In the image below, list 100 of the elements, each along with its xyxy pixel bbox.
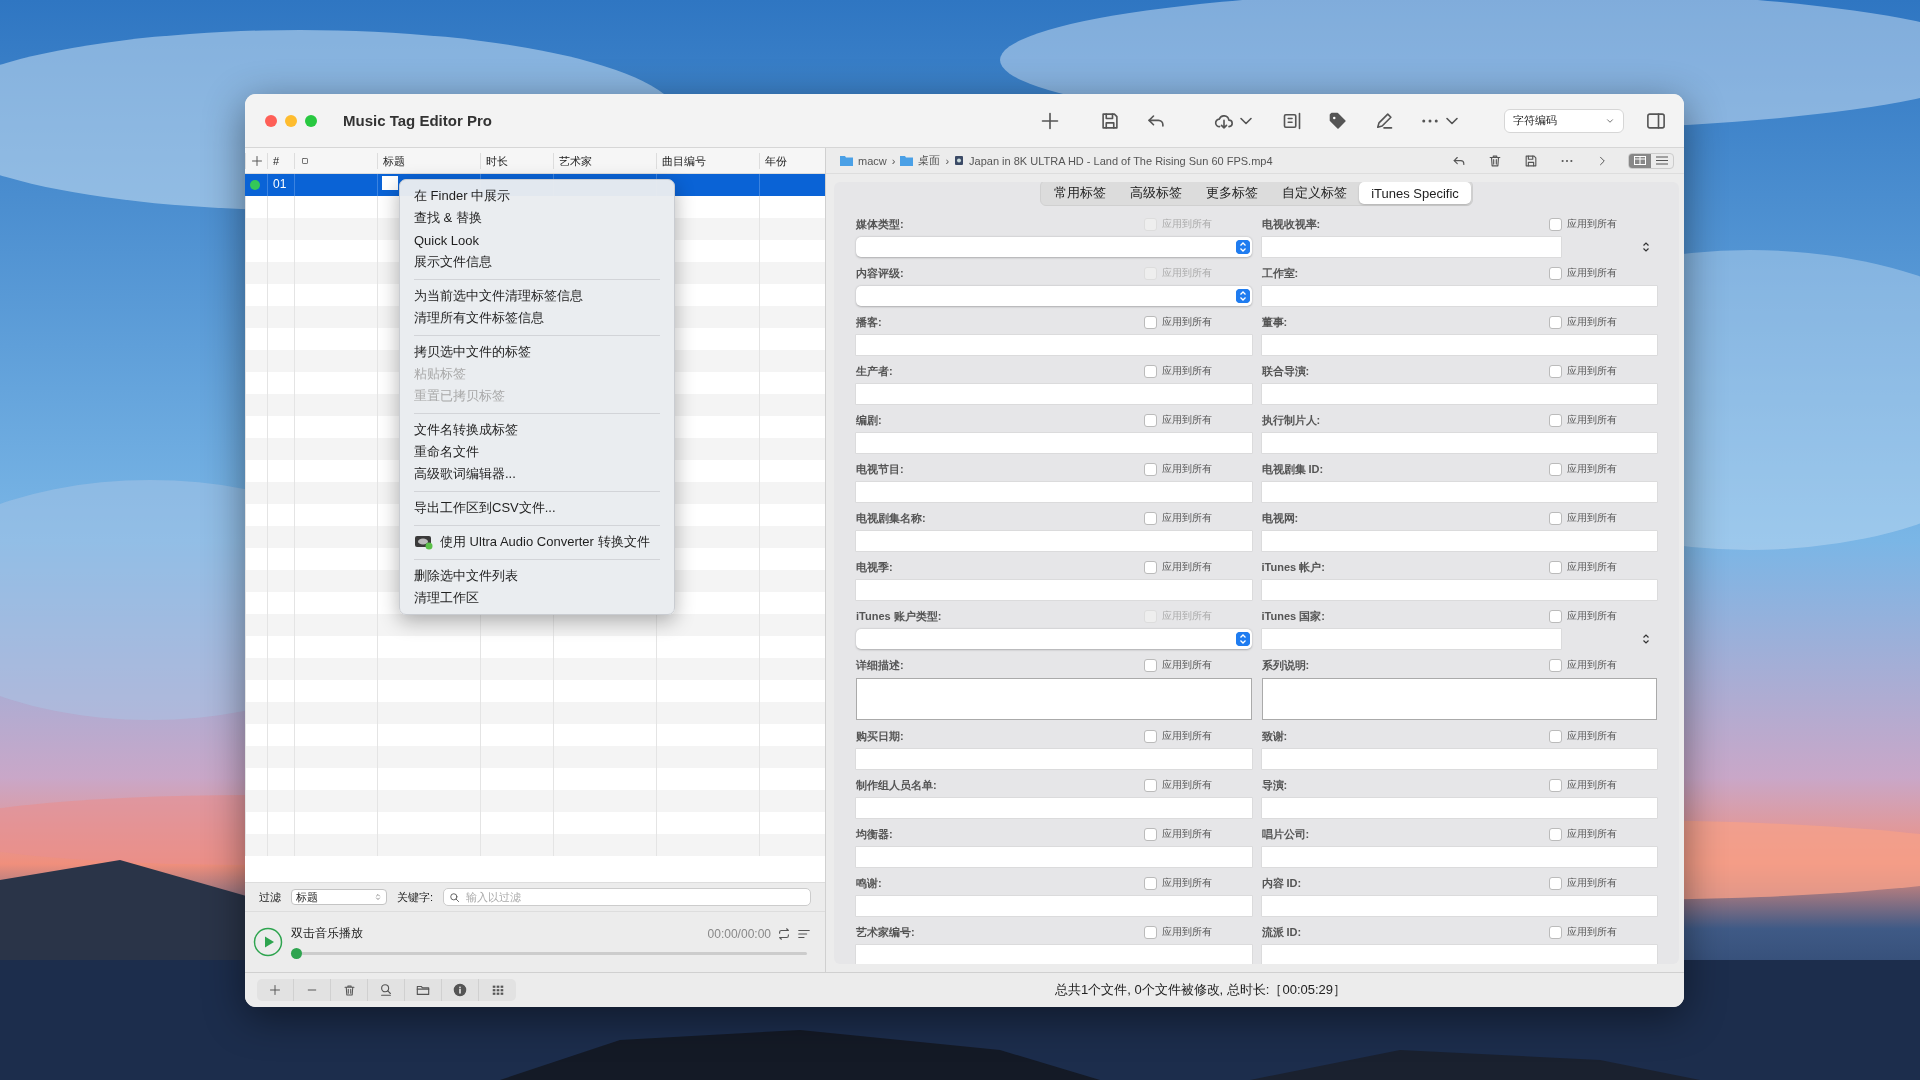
checkbox-label[interactable]: 应用到所有	[1161, 315, 1252, 329]
checkbox-label[interactable]: 应用到所有	[1567, 827, 1657, 841]
checkbox-label[interactable]: 应用到所有	[1161, 364, 1252, 378]
panel-icon[interactable]	[1282, 110, 1302, 131]
column-header[interactable]: #	[267, 152, 294, 169]
checkbox-label[interactable]: 应用到所有	[1567, 217, 1657, 231]
encoding-dropdown[interactable]: 字符编码	[1504, 108, 1624, 133]
apply-all-checkbox[interactable]	[1549, 925, 1562, 939]
menu-item[interactable]: 导出工作区到CSV文件...	[400, 497, 674, 519]
input-field[interactable]	[856, 433, 1252, 453]
play-button[interactable]	[253, 927, 283, 957]
input-field[interactable]	[1261, 384, 1657, 404]
apply-all-checkbox[interactable]	[1549, 364, 1562, 378]
menu-item[interactable]: 使用 Ultra Audio Converter 转换文件	[400, 531, 674, 553]
input-field[interactable]	[1261, 433, 1657, 453]
apply-all-checkbox[interactable]	[1549, 609, 1562, 623]
checkbox-label[interactable]: 应用到所有	[1161, 827, 1252, 841]
path-item[interactable]: macw	[858, 154, 887, 167]
filter-dropdown[interactable]: 标题	[291, 889, 387, 905]
input-field[interactable]	[856, 749, 1252, 769]
apply-all-checkbox[interactable]	[1549, 658, 1562, 672]
checkbox-label[interactable]: 应用到所有	[1161, 560, 1252, 574]
tab[interactable]: 自定义标签	[1270, 182, 1360, 204]
checkbox-label[interactable]: 应用到所有	[1567, 729, 1657, 743]
menu-item[interactable]: 为当前选中文件清理标签信息	[400, 285, 674, 307]
checkbox-label[interactable]: 应用到所有	[1161, 778, 1252, 792]
pencil-icon[interactable]	[1374, 110, 1394, 131]
trash-icon[interactable]	[1488, 153, 1502, 168]
add-button[interactable]	[257, 979, 294, 1001]
tab[interactable]: 更多标签	[1194, 182, 1271, 204]
info-button[interactable]	[442, 979, 479, 1001]
stepper-icon[interactable]	[1641, 633, 1651, 645]
search-field[interactable]: 输入以过滤	[443, 888, 811, 906]
menu-item[interactable]: 高级歌词编辑器...	[400, 463, 674, 485]
menu-item[interactable]: 重命名文件	[400, 441, 674, 463]
input-field[interactable]	[856, 945, 1252, 964]
column-header[interactable]: 标题	[377, 152, 480, 169]
apply-all-checkbox[interactable]	[1143, 658, 1157, 672]
column-header[interactable]: 曲目编号	[656, 152, 759, 169]
apply-all-checkbox[interactable]	[1549, 462, 1562, 476]
apply-all-checkbox[interactable]	[1143, 827, 1157, 841]
checkbox-label[interactable]: 应用到所有	[1161, 658, 1252, 672]
path-item[interactable]: 桌面	[918, 153, 941, 168]
checkbox-label[interactable]: 应用到所有	[1567, 266, 1657, 280]
apply-all-checkbox[interactable]	[1549, 560, 1562, 574]
stepper-icon[interactable]	[1641, 241, 1651, 253]
checkbox-label[interactable]: 应用到所有	[1161, 876, 1252, 890]
progress-slider[interactable]	[291, 948, 807, 959]
add-column-icon[interactable]	[245, 152, 263, 169]
checkbox-label[interactable]: 应用到所有	[1567, 462, 1657, 476]
menu-item[interactable]: 在 Finder 中展示	[400, 185, 674, 207]
menu-item[interactable]: 清理工作区	[400, 587, 674, 609]
input-field[interactable]	[1261, 335, 1657, 355]
sidebar-icon[interactable]	[1646, 110, 1666, 131]
input-field[interactable]	[856, 798, 1252, 818]
apply-all-checkbox[interactable]	[1143, 413, 1157, 427]
menu-item[interactable]: 文件名转换成标签	[400, 419, 674, 441]
column-header[interactable]: 艺术家	[553, 152, 656, 169]
input-field[interactable]	[856, 531, 1252, 551]
folder-button[interactable]	[405, 979, 442, 1001]
input-field[interactable]	[1261, 531, 1657, 551]
input-field[interactable]	[1261, 798, 1657, 818]
checkbox-label[interactable]: 应用到所有	[1567, 925, 1657, 939]
checkbox-label[interactable]: 应用到所有	[1567, 511, 1657, 525]
checkbox-label[interactable]: 应用到所有	[1567, 778, 1657, 792]
popup-field[interactable]	[856, 286, 1252, 306]
tags-icon[interactable]	[1328, 110, 1348, 131]
input-field[interactable]	[1261, 482, 1657, 502]
popup-field[interactable]	[856, 237, 1252, 257]
menu-item[interactable]: 查找 & 替换	[400, 207, 674, 229]
checkbox-label[interactable]: 应用到所有	[1161, 729, 1252, 743]
column-header[interactable]: 年份	[759, 152, 825, 169]
input-field[interactable]	[856, 847, 1252, 867]
checkbox-label[interactable]: 应用到所有	[1567, 876, 1657, 890]
input-field[interactable]	[856, 896, 1252, 916]
grid-button[interactable]	[479, 979, 516, 1001]
apply-all-checkbox[interactable]	[1549, 827, 1562, 841]
input-field[interactable]	[1261, 945, 1657, 964]
input-field[interactable]	[1261, 286, 1657, 306]
zoom-button[interactable]	[305, 114, 317, 127]
delete-button[interactable]	[331, 979, 368, 1001]
minimize-button[interactable]	[285, 114, 297, 127]
input-field[interactable]	[856, 580, 1252, 600]
apply-all-checkbox[interactable]	[1143, 560, 1157, 574]
apply-all-checkbox[interactable]	[1143, 511, 1157, 525]
apply-all-checkbox[interactable]	[1549, 315, 1562, 329]
checkbox-label[interactable]: 应用到所有	[1567, 560, 1657, 574]
input-field[interactable]	[1261, 580, 1657, 600]
input-field[interactable]	[856, 482, 1252, 502]
apply-all-checkbox[interactable]	[1549, 217, 1562, 231]
input-field[interactable]	[1261, 237, 1561, 257]
column-header[interactable]: 时长	[480, 152, 553, 169]
tab[interactable]: iTunes Specific	[1359, 182, 1471, 204]
checkbox-label[interactable]: 应用到所有	[1161, 925, 1252, 939]
checkbox-label[interactable]: 应用到所有	[1161, 413, 1252, 427]
path-item[interactable]: Japan in 8K ULTRA HD - Land of The Rising Sun 60 FPS.mp4	[969, 154, 1273, 167]
input-field[interactable]	[856, 384, 1252, 404]
checkbox-label[interactable]: 应用到所有	[1567, 315, 1657, 329]
popup-field[interactable]	[856, 629, 1252, 649]
input-field[interactable]	[1261, 629, 1561, 649]
